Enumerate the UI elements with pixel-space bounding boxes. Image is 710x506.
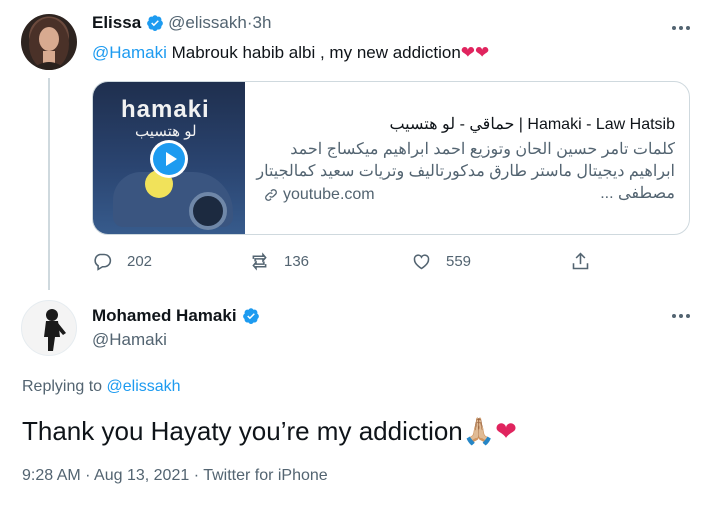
more-icon[interactable]: [669, 16, 693, 40]
retweet-count: 136: [284, 253, 310, 270]
reply-count: 202: [127, 253, 153, 270]
card-domain-text: youtube.com: [283, 186, 375, 203]
thumbnail-wheel-shape: [189, 192, 227, 230]
like-icon: [413, 254, 430, 270]
heart-emoji-icon: ❤❤: [460, 43, 490, 62]
heart-emoji-icon: ❤: [495, 416, 517, 446]
share-icon: [572, 252, 589, 270]
card-title: حماقي - لو هتسيب | Hamaki - Law Hatsib: [389, 116, 675, 133]
replying-prefix: Replying to: [22, 378, 107, 395]
tweet2-body: Thank you Hayaty you’re my addiction: [22, 416, 463, 446]
tweet1-actions: 202 136 559: [92, 251, 592, 275]
tweet2-meta: 9:28 AM · Aug 13, 2021 · Twitter for iPh…: [22, 467, 328, 485]
share-button[interactable]: [570, 251, 605, 272]
more-icon[interactable]: [669, 304, 693, 328]
card-thumbnail[interactable]: hamaki لو هتسيب: [93, 82, 245, 234]
verified-badge-icon: [242, 308, 259, 324]
tweet2-time[interactable]: 9:28 AM: [22, 467, 81, 484]
reply-icon: [94, 253, 112, 271]
replying-to: Replying to @elissakh: [22, 378, 181, 396]
hamaki-avatar[interactable]: [21, 300, 77, 356]
tweet1-handle[interactable]: @elissakh: [168, 13, 247, 33]
retweet-button[interactable]: 136: [249, 251, 309, 272]
thumbnail-title: hamaki: [121, 96, 210, 123]
tweet1-text: @Hamaki Mabrouk habib albi , my new addi…: [92, 43, 489, 63]
like-count: 559: [446, 253, 472, 270]
replying-handle-link[interactable]: @elissakh: [107, 378, 181, 395]
retweet-icon: [252, 252, 267, 271]
verified-badge-icon: [147, 15, 164, 31]
tweet2-handle[interactable]: @Hamaki: [92, 330, 167, 350]
tweet2-author-row: Mohamed Hamaki: [92, 306, 264, 326]
tweet2-author-name[interactable]: Mohamed Hamaki: [92, 306, 237, 326]
folded-hands-emoji-icon: 🙏🏼: [462, 416, 496, 446]
reply-button[interactable]: 202: [92, 251, 152, 272]
tweet1-time[interactable]: 3h: [253, 13, 272, 33]
youtube-link-card[interactable]: hamaki لو هتسيب حماقي - لو هتسيب | Hamak…: [92, 81, 690, 235]
card-domain: youtube.com: [263, 186, 375, 204]
link-icon: [265, 189, 277, 201]
tweet1-header: Elissa @elissakh · 3h: [92, 13, 271, 33]
like-button[interactable]: 559: [411, 251, 471, 272]
thread-connector-line: [48, 78, 50, 290]
tweet2-source: Twitter for iPhone: [203, 467, 328, 484]
tweet2-date[interactable]: Aug 13, 2021: [94, 467, 189, 484]
meta-separator: ·: [80, 467, 95, 484]
tweet2-text: Thank you Hayaty you’re my addiction 🙏🏼 ❤: [22, 416, 517, 447]
tweet1-body: Mabrouk habib albi , my new addiction: [166, 43, 461, 62]
thumbnail-subtitle: لو هتسيب: [135, 123, 197, 140]
tweet1-author-name[interactable]: Elissa: [92, 13, 141, 33]
play-icon[interactable]: [150, 140, 188, 178]
elissa-avatar[interactable]: [21, 14, 77, 70]
meta-separator: ·: [189, 467, 204, 484]
tweet1-mention-link[interactable]: @Hamaki: [92, 43, 167, 62]
